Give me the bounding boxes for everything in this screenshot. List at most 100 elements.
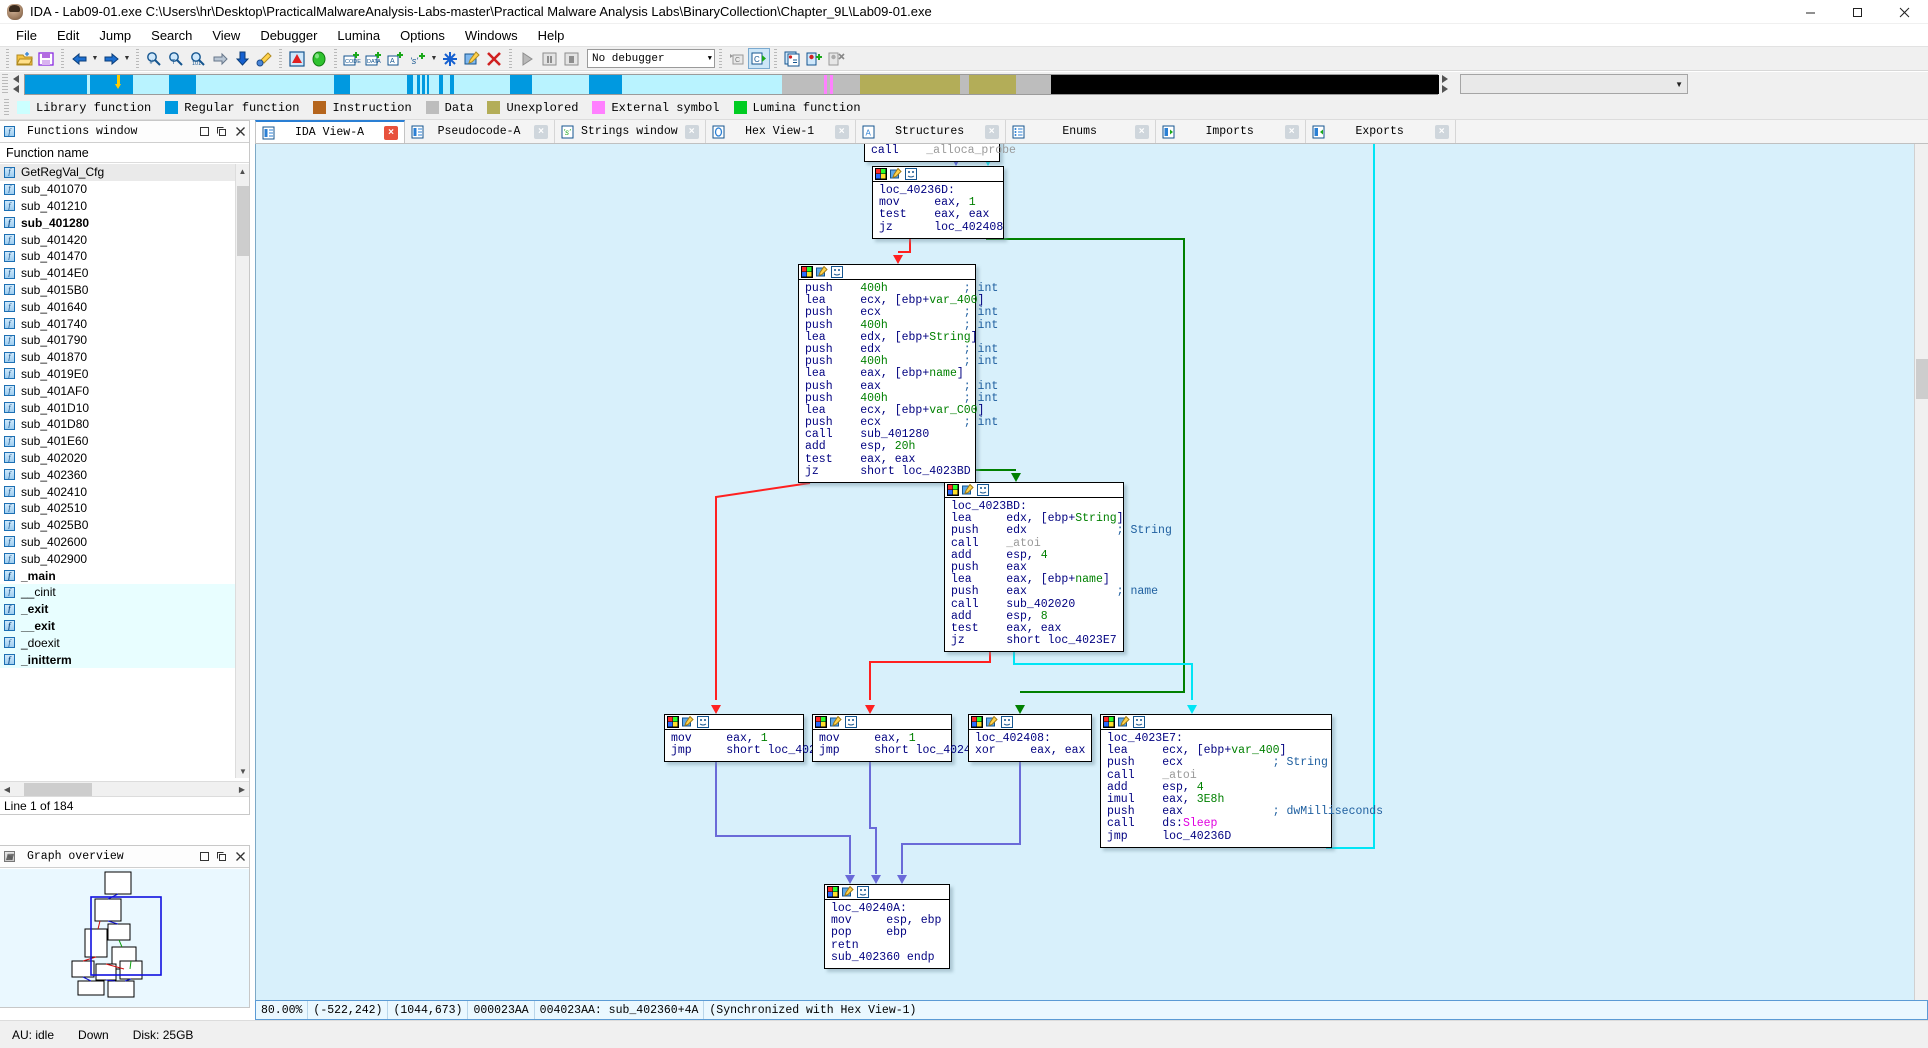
close-icon[interactable]: × [834,124,849,139]
menu-item-windows[interactable]: Windows [455,26,528,45]
close-icon[interactable]: × [1134,124,1149,139]
tab-exports[interactable]: Exports × [1305,120,1456,143]
graph-node[interactable]: loc_4023BD: lea edx, [ebp+String] push edx… [944,482,1172,653]
make-struct-icon[interactable]: 's' [407,48,429,69]
function-list-item[interactable]: f sub_401D10 [0,399,235,416]
make-ascii-icon[interactable]: A [385,48,407,69]
node-color-icon[interactable] [827,886,839,898]
node-color-icon[interactable] [815,716,827,728]
close-button[interactable] [1881,0,1928,24]
close-icon[interactable]: × [1434,124,1449,139]
search-text-icon[interactable]: T [165,48,187,69]
graph-node[interactable]: loc_40240A: mov esp, ebp pop ebp retn sub_40… [824,884,950,969]
node-group-icon[interactable] [905,168,917,180]
scroll-up-icon[interactable]: ▲ [236,164,249,178]
graph-node[interactable]: loc_40236D: mov eax, 1 test eax, eax jz loc… [872,166,1004,239]
close-icon[interactable]: × [984,124,999,139]
forward-dropdown-arrow-icon[interactable]: ▼ [122,48,132,69]
add-breakpoint-icon[interactable] [803,48,825,69]
graph-node[interactable]: call _alloca_probe [864,144,1016,163]
node-edit-icon[interactable] [682,715,694,728]
node-edit-icon[interactable] [816,265,828,278]
menu-item-debugger[interactable]: Debugger [250,26,327,45]
tab-hex-view-1[interactable]: Hex View-1 × [705,120,856,143]
key-icon[interactable] [253,48,275,69]
delete-icon[interactable] [483,48,505,69]
function-list-item[interactable]: f __exit [0,617,235,635]
functions-column-header[interactable]: Function name [0,143,249,163]
menu-item-jump[interactable]: Jump [89,26,141,45]
scroll-down-icon[interactable]: ▼ [236,764,250,778]
open-file-icon[interactable] [13,48,35,69]
node-group-icon[interactable] [845,716,857,728]
function-list-item[interactable]: f sub_4015B0 [0,282,235,299]
jump-icon[interactable] [209,48,231,69]
graph-overview-canvas[interactable] [0,869,249,1007]
function-list-item[interactable]: f sub_4019E0 [0,366,235,383]
tab-structures[interactable]: A Structures × [855,120,1006,143]
function-list-item[interactable]: f sub_401640 [0,298,235,315]
function-list-item[interactable]: f sub_402600 [0,534,235,551]
function-list-item[interactable]: f sub_401870 [0,349,235,366]
navigator-strip[interactable] [24,73,1439,95]
node-color-icon[interactable] [1103,716,1115,728]
graph-node[interactable]: loc_4023E7: lea ecx, [ebp+var_400] push ec… [1100,714,1383,848]
make-array-icon[interactable] [439,48,461,69]
step-into-icon[interactable]: C [748,48,770,69]
node-color-icon[interactable] [947,484,959,496]
graph-node[interactable]: mov eax, 1 jmp short loc_40240A [812,714,985,763]
maximize-button[interactable] [1834,0,1881,24]
navigator-right-arrows-icon[interactable] [1438,73,1452,95]
function-list-item[interactable]: f sub_4014E0 [0,265,235,282]
navigator-combo[interactable]: ▼ [1460,74,1688,94]
function-list-item[interactable]: f sub_402900 [0,550,235,567]
function-list-item[interactable]: f sub_401790 [0,332,235,349]
close-icon[interactable]: × [534,124,548,139]
node-color-icon[interactable] [875,168,887,180]
function-list-item[interactable]: f sub_401070 [0,181,235,198]
restore-icon[interactable] [195,123,213,141]
function-list-item[interactable]: f sub_402410 [0,483,235,500]
function-list-item[interactable]: f sub_401470 [0,248,235,265]
forward-arrow-icon[interactable] [100,48,122,69]
scrollbar-thumb[interactable] [237,186,249,256]
debugger-select[interactable]: No debugger ▼ [587,49,715,68]
function-list-item[interactable]: f sub_401280 [0,214,235,231]
close-icon[interactable] [231,848,249,866]
scroll-left-icon[interactable]: ◀ [0,785,14,794]
tab-ida-view-a[interactable]: IDA View-A × [255,120,405,143]
search-sequence-icon[interactable]: 101 [187,48,209,69]
save-icon[interactable] [35,48,57,69]
graph-node[interactable]: loc_402408: xor eax, eax [968,714,1092,763]
node-edit-icon[interactable] [890,167,902,180]
breakpoint-list-icon[interactable] [781,48,803,69]
close-icon[interactable]: × [384,125,398,140]
function-list-item[interactable]: f GetRegVal_Cfg [0,164,235,181]
scrollbar-thumb[interactable] [24,782,92,796]
node-edit-icon[interactable] [962,483,974,496]
function-list-item[interactable]: f _exit [0,600,235,618]
node-edit-icon[interactable] [830,715,842,728]
node-group-icon[interactable] [977,484,989,496]
tab-imports[interactable]: Imports × [1155,120,1306,143]
function-list-item[interactable]: f __cinit [0,583,235,601]
menu-item-search[interactable]: Search [141,26,202,45]
edit-function-icon[interactable] [461,48,483,69]
ida-graph-view[interactable]: call _alloca_probe loc_40236D: mov eax, 1 t… [255,144,1928,1000]
tab-pseudocode-a[interactable]: Pseudocode-A × [405,120,555,143]
navigator-left-arrows-icon[interactable] [8,73,24,95]
graph-node[interactable]: push 400h ; int lea ecx, [ebp+var_400] pus… [798,264,998,483]
node-edit-icon[interactable] [1118,715,1130,728]
struct-dropdown-arrow-icon[interactable]: ▼ [429,48,439,69]
down-arrow-icon[interactable] [231,48,253,69]
function-list-item[interactable]: f sub_402510 [0,500,235,517]
graph-node[interactable]: mov eax, 1 jmp short loc_40240A [664,714,837,763]
function-list-item[interactable]: f sub_401AF0 [0,382,235,399]
node-color-icon[interactable] [801,266,813,278]
node-edit-icon[interactable] [986,715,998,728]
node-group-icon[interactable] [857,886,869,898]
menu-item-help[interactable]: Help [528,26,575,45]
scrollbar-thumb[interactable] [1916,359,1928,399]
function-list-item[interactable]: f sub_401D80 [0,416,235,433]
menu-item-options[interactable]: Options [390,26,455,45]
